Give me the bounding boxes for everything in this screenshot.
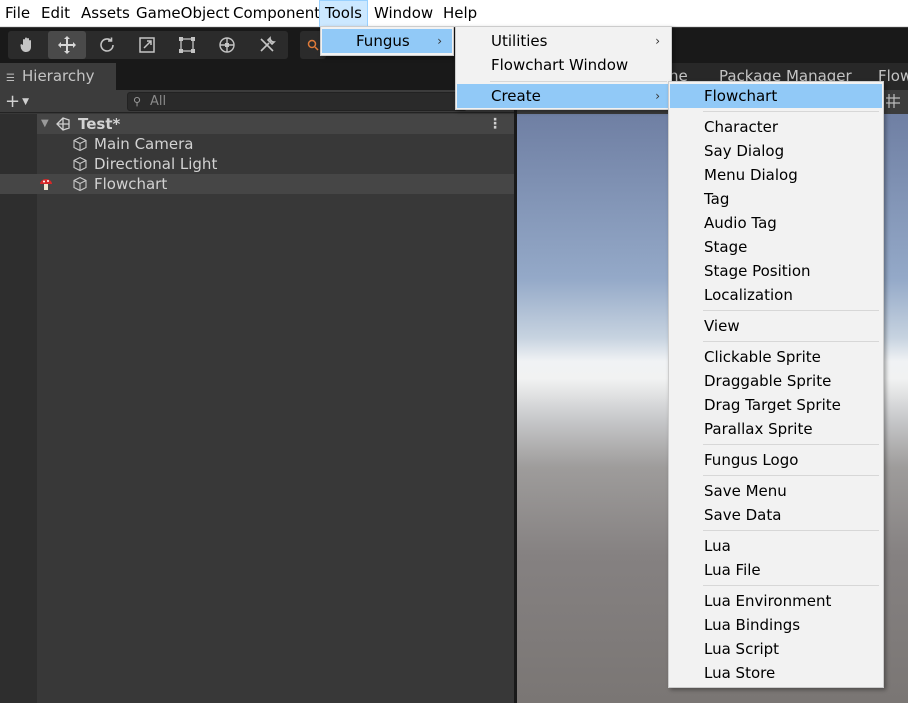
tab-hierarchy[interactable]: ☰ Hierarchy <box>0 63 116 90</box>
transform-tool-icon[interactable] <box>208 31 246 59</box>
menu-help[interactable]: Help <box>438 0 482 27</box>
transform-tool-group <box>8 31 288 59</box>
menu-item-localization[interactable]: Localization <box>670 283 882 307</box>
menu-item-lua-script[interactable]: Lua Script <box>670 637 882 661</box>
rotate-tool-icon[interactable] <box>88 31 126 59</box>
gameobject-cube-icon <box>73 156 87 172</box>
menu-item-lua-file[interactable]: Lua File <box>670 558 882 582</box>
menu-gameobject[interactable]: GameObject <box>131 0 235 27</box>
hierarchy-list-icon: ☰ <box>6 73 15 84</box>
menu-item-draggable-sprite[interactable]: Draggable Sprite <box>670 369 882 393</box>
menu-item-fungus[interactable]: Fungus › <box>322 29 452 53</box>
custom-tools-icon[interactable] <box>248 31 286 59</box>
fungus-mushroom-icon <box>40 179 52 190</box>
menu-separator <box>490 81 667 82</box>
menu-edit[interactable]: Edit <box>36 0 75 27</box>
menu-item-drag-target-sprite[interactable]: Drag Target Sprite <box>670 393 882 417</box>
menu-item-label: Fungus <box>356 32 410 50</box>
tools-menu: Fungus › <box>320 26 454 56</box>
menu-bar: File Edit Assets GameObject Component To… <box>0 0 908 27</box>
main-toolbar <box>0 28 908 63</box>
search-placeholder: All <box>150 94 167 109</box>
grid-snap-icon[interactable] <box>884 92 902 110</box>
gameobject-cube-icon <box>73 176 87 192</box>
menu-item-lua-store[interactable]: Lua Store <box>670 661 882 685</box>
hierarchy-item-directional-light[interactable]: Directional Light <box>37 154 514 174</box>
menu-item-create[interactable]: Create › <box>457 84 670 108</box>
menu-component[interactable]: Component <box>228 0 325 27</box>
chevron-down-icon: ▼ <box>22 96 30 107</box>
hierarchy-item-label: Main Camera <box>94 135 194 153</box>
chevron-right-icon: › <box>437 34 442 48</box>
create-submenu: Flowchart Character Say Dialog Menu Dial… <box>668 81 884 688</box>
rect-tool-icon[interactable] <box>168 31 206 59</box>
menu-item-save-data[interactable]: Save Data <box>670 503 882 527</box>
menu-item-parallax-sprite[interactable]: Parallax Sprite <box>670 417 882 441</box>
menu-item-fungus-logo[interactable]: Fungus Logo <box>670 448 882 472</box>
menu-assets[interactable]: Assets <box>76 0 135 27</box>
menu-separator <box>703 310 879 311</box>
hierarchy-body <box>0 114 514 703</box>
menu-item-label: Flowchart Window <box>491 56 629 74</box>
menu-separator <box>703 475 879 476</box>
menu-item-audio-tag[interactable]: Audio Tag <box>670 211 882 235</box>
hierarchy-item-main-camera[interactable]: Main Camera <box>37 134 514 154</box>
menu-item-lua-environment[interactable]: Lua Environment <box>670 589 882 613</box>
hierarchy-gutter <box>0 114 37 703</box>
menu-item-menu-dialog[interactable]: Menu Dialog <box>670 163 882 187</box>
scene-row[interactable]: ▼ Test* ⋮ <box>37 114 514 134</box>
hierarchy-item-label: Directional Light <box>94 155 218 173</box>
more-options-icon[interactable]: ⋮ <box>488 114 502 134</box>
menu-item-save-menu[interactable]: Save Menu <box>670 479 882 503</box>
search-icon: ⚲ <box>133 95 142 108</box>
menu-item-tag[interactable]: Tag <box>670 187 882 211</box>
menu-file[interactable]: File <box>0 0 35 27</box>
menu-separator <box>703 444 879 445</box>
menu-tools[interactable]: Tools <box>319 0 368 27</box>
unity-scene-icon <box>56 117 70 131</box>
menu-item-stage[interactable]: Stage <box>670 235 882 259</box>
hierarchy-search-input[interactable]: ⚲ All <box>127 92 467 111</box>
menu-item-label: Utilities <box>491 32 548 50</box>
menu-separator <box>703 111 879 112</box>
chevron-right-icon: › <box>655 34 660 48</box>
menu-item-flowchart[interactable]: Flowchart <box>670 84 882 108</box>
menu-window[interactable]: Window <box>369 0 438 27</box>
hierarchy-toolbar: + ▼ ⚲ All <box>0 90 516 113</box>
fungus-submenu: Utilities › Flowchart Window Create › <box>455 26 672 110</box>
add-object-button[interactable]: + ▼ <box>5 90 29 113</box>
menu-item-view[interactable]: View <box>670 314 882 338</box>
hierarchy-item-label: Flowchart <box>94 175 168 193</box>
chevron-right-icon: › <box>655 89 660 103</box>
scene-name: Test* <box>78 115 121 133</box>
menu-item-lua[interactable]: Lua <box>670 534 882 558</box>
hand-tool-icon[interactable] <box>8 31 46 59</box>
foldout-arrow-icon[interactable]: ▼ <box>41 114 49 134</box>
menu-item-utilities[interactable]: Utilities › <box>457 29 670 53</box>
menu-separator <box>703 585 879 586</box>
menu-separator <box>703 530 879 531</box>
menu-item-say-dialog[interactable]: Say Dialog <box>670 139 882 163</box>
hierarchy-item-flowchart[interactable]: Flowchart <box>0 174 514 194</box>
hierarchy-tab-strip: ☰ Hierarchy <box>0 63 516 90</box>
scale-tool-icon[interactable] <box>128 31 166 59</box>
menu-separator <box>703 341 879 342</box>
move-tool-icon[interactable] <box>48 31 86 59</box>
menu-item-clickable-sprite[interactable]: Clickable Sprite <box>670 345 882 369</box>
menu-item-character[interactable]: Character <box>670 115 882 139</box>
hierarchy-tab-label: Hierarchy <box>22 67 95 85</box>
menu-item-stage-position[interactable]: Stage Position <box>670 259 882 283</box>
gameobject-cube-icon <box>73 136 87 152</box>
menu-item-lua-bindings[interactable]: Lua Bindings <box>670 613 882 637</box>
menu-item-label: Create <box>491 87 541 105</box>
menu-item-flowchart-window[interactable]: Flowchart Window <box>457 53 670 77</box>
